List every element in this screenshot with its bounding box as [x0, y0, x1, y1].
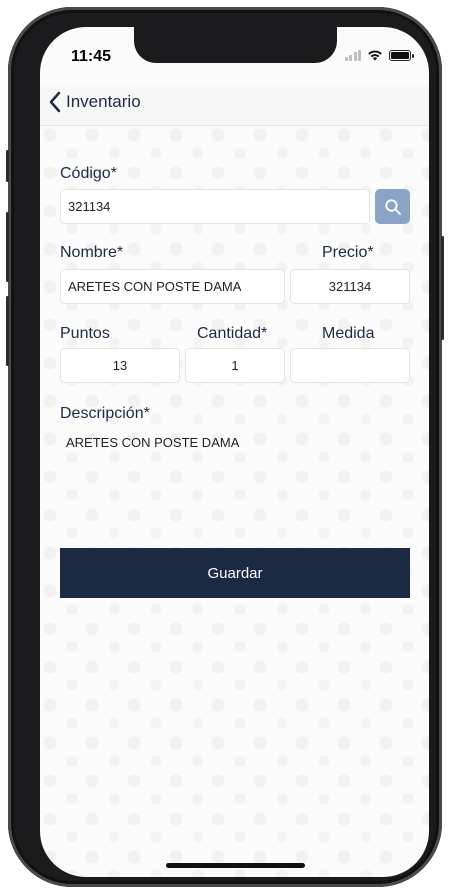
descripcion-value: ARETES CON POSTE DAMA: [66, 435, 240, 450]
descripcion-label: Descripción*: [60, 405, 150, 422]
puntos-label: Puntos: [60, 325, 110, 342]
codigo-input[interactable]: 321134: [60, 189, 370, 224]
chevron-left-icon: [49, 91, 61, 113]
battery-icon: [389, 49, 414, 61]
status-icons: [344, 49, 414, 61]
cantidad-value: 1: [231, 358, 239, 373]
screen: 11:45 Inventario Código* 321134 Nombre* …: [40, 27, 429, 877]
descripcion-textarea[interactable]: ARETES CON POSTE DAMA: [60, 429, 410, 504]
power-button: [441, 236, 444, 340]
search-button[interactable]: [375, 189, 410, 224]
phone-frame: 11:45 Inventario Código* 321134 Nombre* …: [8, 7, 442, 887]
volume-down-button: [6, 296, 9, 366]
status-time: 11:45: [71, 48, 112, 65]
notch: [134, 27, 337, 63]
search-icon: [384, 198, 401, 215]
puntos-value: 13: [112, 358, 128, 373]
puntos-input[interactable]: 13: [60, 348, 180, 383]
cellular-signal-icon: [344, 49, 361, 61]
precio-value: 321134: [328, 279, 372, 294]
nombre-value: ARETES CON POSTE DAMA: [68, 279, 242, 294]
back-label: Inventario: [66, 92, 141, 111]
save-button-label: Guardar: [207, 564, 263, 582]
precio-input[interactable]: 321134: [290, 269, 410, 304]
cantidad-input[interactable]: 1: [185, 348, 285, 383]
home-indicator: [166, 863, 305, 868]
codigo-label: Código*: [60, 165, 117, 182]
save-button[interactable]: Guardar: [60, 548, 410, 598]
cantidad-label: Cantidad*: [197, 325, 268, 342]
medida-label: Medida: [322, 325, 375, 342]
navigation-bar: Inventario: [40, 85, 429, 126]
nombre-input[interactable]: ARETES CON POSTE DAMA: [60, 269, 285, 304]
nombre-label: Nombre*: [60, 244, 124, 261]
back-button[interactable]: Inventario: [48, 91, 141, 113]
medida-input[interactable]: [290, 348, 410, 383]
mute-switch: [6, 150, 9, 182]
wifi-icon: [368, 50, 382, 61]
volume-up-button: [6, 212, 9, 282]
codigo-value: 321134: [68, 199, 111, 214]
precio-label: Precio*: [322, 244, 374, 261]
